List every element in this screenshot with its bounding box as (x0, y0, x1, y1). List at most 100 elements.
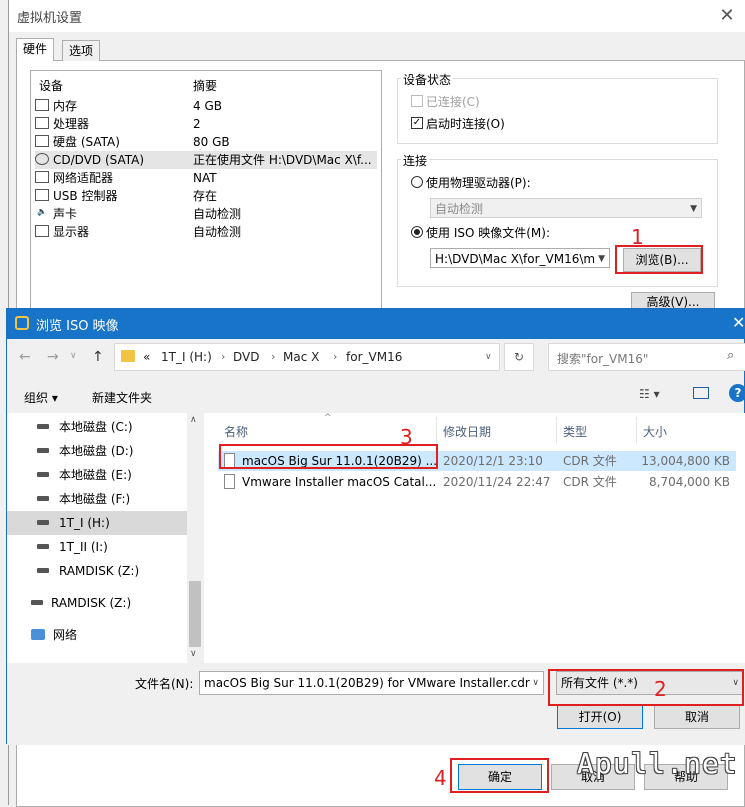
chevron-down-icon[interactable]: ∨ (532, 672, 539, 694)
close-icon[interactable]: ✕ (732, 313, 745, 332)
file-icon (224, 474, 235, 489)
device-summary: 正在使用文件 H:\DVD\Mac X\f... (193, 153, 372, 167)
nav-label: 本地磁盘 (D:) (59, 444, 134, 458)
drive-icon (37, 472, 49, 477)
annotation-number-4: 4 (434, 766, 447, 790)
cpu-icon (35, 117, 49, 129)
file-size: 13,004,800 KB (641, 454, 730, 468)
column-header-date[interactable]: 修改日期 (443, 423, 491, 440)
drive-icon (37, 520, 49, 525)
monitor-icon (35, 225, 49, 237)
use-iso-label: 使用 ISO 映像文件(M): (426, 226, 550, 240)
iso-dialog-title: 浏览 ISO 映像 (36, 319, 119, 334)
toolbar: 组织 ▾ 新建文件夹 ☷ ▾ ? (7, 377, 745, 413)
chevron-down-icon: ▼ (598, 254, 605, 264)
device-row-network[interactable]: 网络适配器 NAT (35, 169, 377, 187)
vm-titlebar: 虚拟机设置 ✕ (9, 0, 745, 32)
use-iso-radio[interactable] (411, 226, 423, 238)
filename-label: 文件名(N): (135, 677, 194, 691)
new-folder-button[interactable]: 新建文件夹 (92, 389, 152, 406)
vm-dialog-title: 虚拟机设置 (17, 11, 83, 26)
column-divider[interactable] (636, 417, 637, 443)
file-date: 2020/11/24 22:47 (443, 475, 551, 489)
forward-arrow-icon[interactable]: → (47, 349, 59, 365)
device-summary: 4 GB (193, 99, 222, 113)
filename-input[interactable]: macOS Big Sur 11.0.1(20B29) for VMware I… (199, 671, 544, 695)
device-row-hdd[interactable]: 硬盘 (SATA) 80 GB (35, 133, 377, 151)
tab-hardware[interactable]: 硬件 (16, 38, 55, 61)
physical-drive-value: 自动检测 (435, 202, 484, 216)
column-divider[interactable] (436, 417, 437, 443)
chevron-down-icon[interactable]: ∨ (485, 352, 492, 362)
device-row-memory[interactable]: 内存 4 GB (35, 97, 377, 115)
chevron-right-icon: › (221, 350, 226, 363)
nav-label: 本地磁盘 (C:) (59, 420, 133, 434)
usb-icon (35, 189, 49, 201)
physical-drive-radio[interactable] (411, 176, 423, 188)
preview-pane-icon[interactable] (693, 387, 709, 399)
scroll-down-icon[interactable]: ∨ (190, 649, 197, 659)
iso-path-combo[interactable]: H:\DVD\Mac X\for_VM16\m ▼ (430, 248, 610, 268)
device-name: 声卡 (53, 207, 78, 221)
breadcrumb-mac-x[interactable]: Mac X (283, 350, 319, 364)
column-divider[interactable] (556, 417, 557, 443)
connected-checkbox[interactable] (411, 95, 423, 107)
device-summary: 自动检测 (193, 207, 242, 221)
device-row-cpu[interactable]: 处理器 2 (35, 115, 377, 133)
search-input[interactable]: 搜索"for_VM16" ⌕ (548, 343, 745, 371)
chevron-down-icon: ▼ (690, 204, 697, 214)
device-name: 处理器 (53, 117, 90, 131)
device-row-display[interactable]: 显示器 自动检测 (35, 223, 377, 241)
organize-label: 组织 (24, 391, 49, 405)
dialog-cancel-button[interactable]: 取消 (654, 705, 740, 729)
device-row-cd-dvd[interactable]: CD/DVD (SATA) 正在使用文件 H:\DVD\Mac X\f... (35, 151, 377, 169)
nav-item-h[interactable]: 1T_I (H:) (7, 511, 187, 535)
annotation-box-ok (450, 758, 549, 793)
file-row[interactable]: Vmware Installer macOS Catal... 2020/11/… (218, 472, 736, 492)
physical-drive-select[interactable]: 自动检测 ▼ (430, 198, 702, 218)
scroll-up-icon[interactable]: ∧ (190, 415, 197, 425)
column-header-name[interactable]: 名称 (224, 423, 248, 440)
hdd-icon (35, 135, 49, 147)
search-placeholder: 搜索"for_VM16" (557, 352, 649, 366)
drive-icon (37, 448, 49, 453)
connect-at-power-on-checkbox[interactable]: ✓ (411, 117, 423, 129)
annotation-number-3: 3 (400, 425, 413, 449)
tab-options[interactable]: 选项 (62, 40, 101, 61)
file-date: 2020/12/1 23:10 (443, 454, 543, 468)
breadcrumb-for-vm16[interactable]: for_VM16 (346, 350, 402, 364)
breadcrumb-dvd[interactable]: DVD (233, 350, 259, 364)
address-bar[interactable]: « 1T_I (H:) › DVD › Mac X › for_VM16 ∨ (114, 343, 500, 371)
device-name: 内存 (53, 99, 78, 113)
breadcrumb-h-drive[interactable]: 1T_I (H:) (161, 350, 212, 364)
refresh-icon[interactable]: ↻ (504, 343, 534, 371)
open-button[interactable]: 打开(O) (557, 705, 643, 729)
back-arrow-icon[interactable]: ← (19, 349, 31, 365)
nav-label: RAMDISK (Z:) (59, 564, 140, 578)
organize-button[interactable]: 组织 ▾ (24, 389, 58, 406)
annotation-box-browse (615, 245, 703, 274)
up-arrow-icon[interactable]: ↑ (92, 349, 104, 365)
device-summary: 2 (193, 117, 201, 131)
navigation-pane: 本地磁盘 (C:) 本地磁盘 (D:) 本地磁盘 (E:) 本地磁盘 (F:) … (7, 413, 203, 663)
chevron-down-icon[interactable]: ∨ (70, 351, 77, 361)
device-list: 设备 摘要 内存 4 GB 处理器 2 硬盘 (SATA) 80 GB CD/D… (30, 70, 382, 312)
nav-scroll-thumb[interactable] (189, 581, 201, 647)
column-header-type[interactable]: 类型 (563, 423, 587, 440)
device-summary: 80 GB (193, 135, 230, 149)
device-list-header: 设备 摘要 (35, 77, 377, 95)
device-summary: 存在 (193, 189, 218, 203)
device-row-usb[interactable]: USB 控制器 存在 (35, 187, 377, 205)
view-options-icon[interactable]: ☷ ▾ (639, 387, 660, 401)
drive-icon (37, 544, 49, 549)
close-icon[interactable]: ✕ (715, 4, 739, 28)
file-size: 8,704,000 KB (649, 475, 730, 489)
drive-icon (37, 496, 49, 501)
breadcrumb-overflow[interactable]: « (143, 350, 150, 364)
help-icon[interactable]: ? (729, 384, 745, 402)
column-header-size[interactable]: 大小 (643, 423, 667, 440)
device-name: CD/DVD (SATA) (53, 153, 145, 167)
device-row-sound[interactable]: 🔈 声卡 自动检测 (35, 205, 377, 223)
sound-icon: 🔈 (37, 207, 47, 216)
device-name: 网络适配器 (53, 171, 114, 185)
